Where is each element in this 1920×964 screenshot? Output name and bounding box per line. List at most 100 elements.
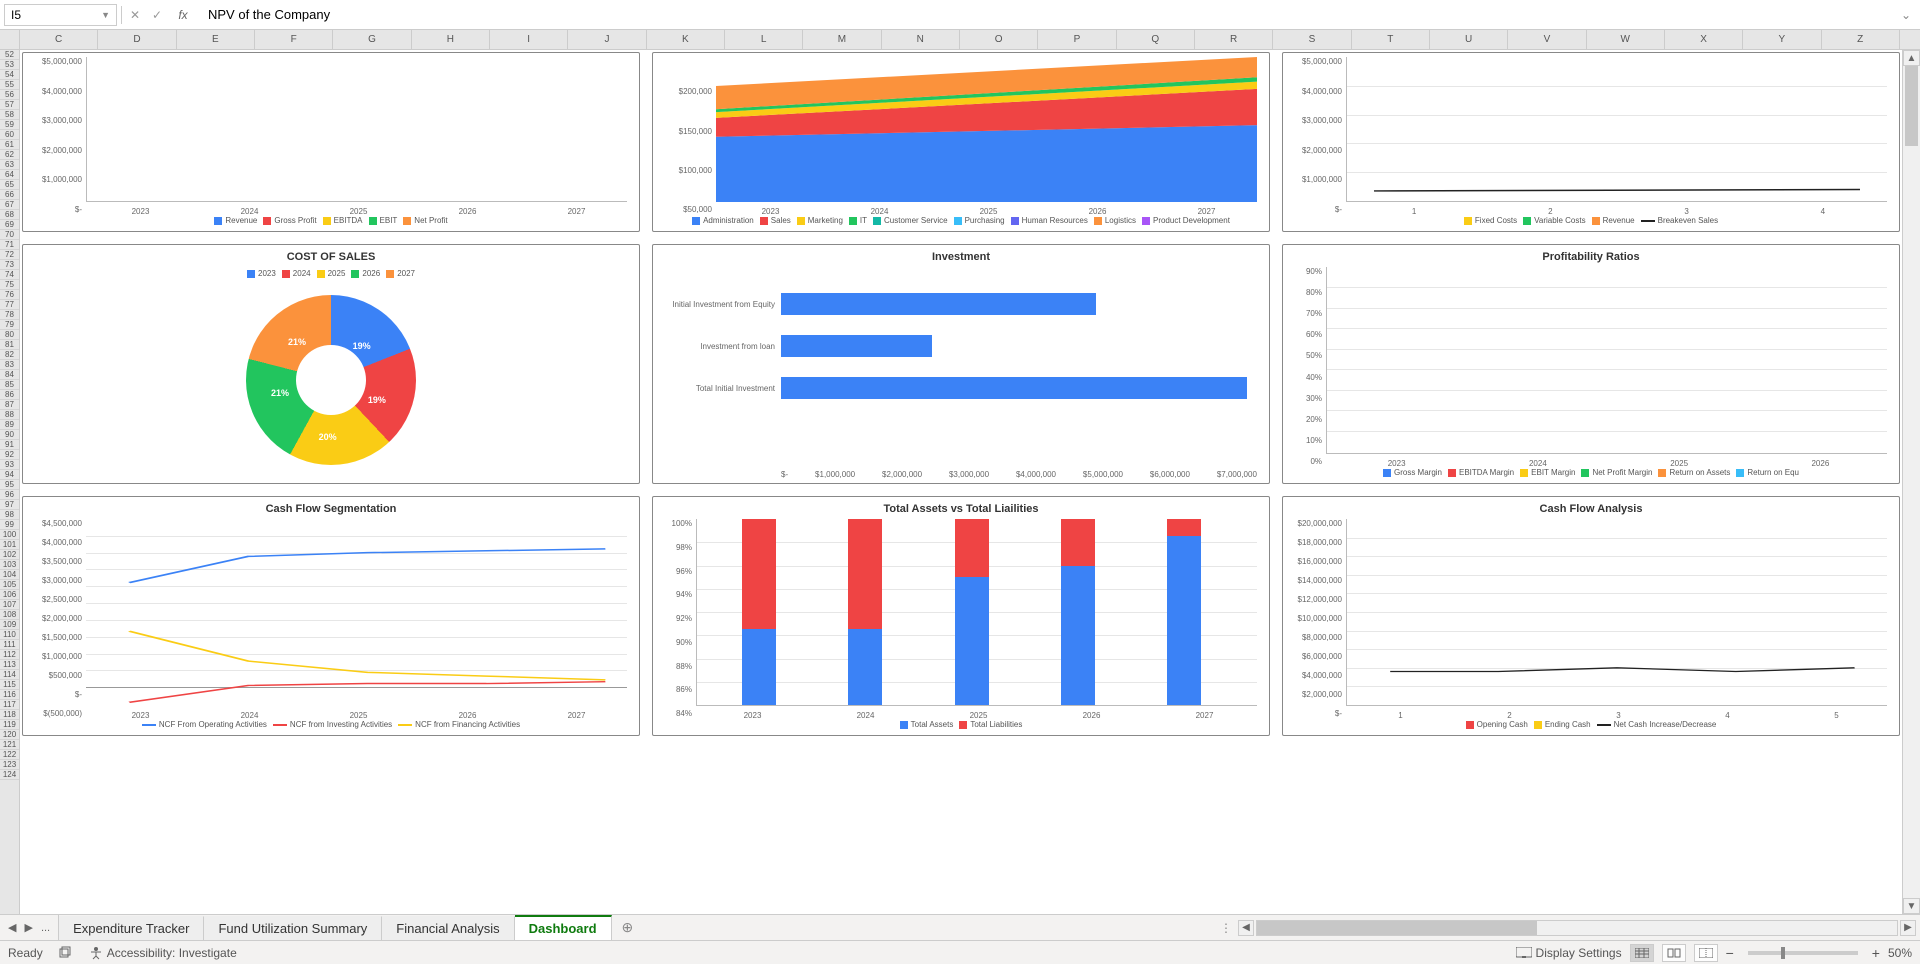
row-header[interactable]: 68 <box>0 210 19 220</box>
row-header[interactable]: 123 <box>0 760 19 770</box>
row-header[interactable]: 120 <box>0 730 19 740</box>
formula-expand-icon[interactable]: ⌄ <box>1896 8 1916 22</box>
chart-breakeven[interactable]: $5,000,000$4,000,000$3,000,000$2,000,000… <box>1282 52 1900 232</box>
chart-cashflow-analysis[interactable]: Cash Flow Analysis $20,000,000$18,000,00… <box>1282 496 1900 736</box>
row-header[interactable]: 58 <box>0 110 19 120</box>
scroll-right-icon[interactable]: ▶ <box>1900 920 1916 936</box>
row-header[interactable]: 106 <box>0 590 19 600</box>
view-page-break-button[interactable] <box>1694 944 1718 962</box>
row-header[interactable]: 105 <box>0 580 19 590</box>
horizontal-scrollbar[interactable]: ⋮ ◀ ▶ <box>1216 915 1916 940</box>
row-header[interactable]: 122 <box>0 750 19 760</box>
row-header[interactable]: 107 <box>0 600 19 610</box>
row-header[interactable]: 88 <box>0 410 19 420</box>
row-header[interactable]: 78 <box>0 310 19 320</box>
formula-input[interactable] <box>200 4 1892 26</box>
row-header[interactable]: 86 <box>0 390 19 400</box>
row-header[interactable]: 54 <box>0 70 19 80</box>
chart-expense-area[interactable]: $200,000$150,000$100,000$50,000 20 <box>652 52 1270 232</box>
column-header[interactable]: S <box>1273 30 1351 49</box>
vertical-scrollbar[interactable]: ▲ ▼ <box>1902 50 1920 914</box>
row-header[interactable]: 55 <box>0 80 19 90</box>
column-header[interactable]: J <box>568 30 646 49</box>
chart-revenue-grouped[interactable]: $5,000,000$4,000,000$3,000,000$2,000,000… <box>22 52 640 232</box>
column-header[interactable]: U <box>1430 30 1508 49</box>
row-header[interactable]: 71 <box>0 240 19 250</box>
chart-investment[interactable]: Investment Initial Investment from Equit… <box>652 244 1270 484</box>
column-header[interactable]: G <box>333 30 411 49</box>
tab-scroll-controls[interactable]: ◀ ▶ ... <box>0 915 59 940</box>
column-header[interactable]: V <box>1508 30 1586 49</box>
accessibility-status[interactable]: Accessibility: Investigate <box>89 946 237 960</box>
column-header[interactable]: T <box>1352 30 1430 49</box>
column-header[interactable]: F <box>255 30 333 49</box>
zoom-out-button[interactable]: − <box>1726 945 1734 961</box>
row-header[interactable]: 84 <box>0 370 19 380</box>
row-header[interactable]: 98 <box>0 510 19 520</box>
row-header[interactable]: 103 <box>0 560 19 570</box>
row-header[interactable]: 57 <box>0 100 19 110</box>
row-header[interactable]: 96 <box>0 490 19 500</box>
row-header[interactable]: 73 <box>0 260 19 270</box>
row-header[interactable]: 92 <box>0 450 19 460</box>
row-header[interactable]: 91 <box>0 440 19 450</box>
row-header[interactable]: 64 <box>0 170 19 180</box>
row-header[interactable]: 60 <box>0 130 19 140</box>
zoom-slider[interactable] <box>1748 951 1858 955</box>
row-header[interactable]: 82 <box>0 350 19 360</box>
tab-scroll-right-icon[interactable]: ▶ <box>22 921 34 934</box>
row-header[interactable]: 124 <box>0 770 19 780</box>
row-header[interactable]: 119 <box>0 720 19 730</box>
name-box[interactable]: I5 ▼ <box>4 4 117 26</box>
chart-assets-liabilities[interactable]: Total Assets vs Total Liailities 100%98%… <box>652 496 1270 736</box>
row-header[interactable]: 109 <box>0 620 19 630</box>
row-header[interactable]: 114 <box>0 670 19 680</box>
column-header[interactable]: P <box>1038 30 1116 49</box>
row-header[interactable]: 65 <box>0 180 19 190</box>
row-header[interactable]: 104 <box>0 570 19 580</box>
row-header[interactable]: 75 <box>0 280 19 290</box>
chevron-down-icon[interactable]: ▼ <box>101 10 110 20</box>
column-header[interactable]: Q <box>1117 30 1195 49</box>
row-header[interactable]: 93 <box>0 460 19 470</box>
row-header[interactable]: 115 <box>0 680 19 690</box>
row-header[interactable]: 63 <box>0 160 19 170</box>
row-header[interactable]: 95 <box>0 480 19 490</box>
row-header[interactable]: 56 <box>0 90 19 100</box>
row-header[interactable]: 90 <box>0 430 19 440</box>
row-header[interactable]: 110 <box>0 630 19 640</box>
sheet-tab[interactable]: Fund Utilization Summary <box>204 916 382 940</box>
row-header[interactable]: 70 <box>0 230 19 240</box>
column-header[interactable]: C <box>20 30 98 49</box>
row-header[interactable]: 121 <box>0 740 19 750</box>
row-header[interactable]: 69 <box>0 220 19 230</box>
column-header[interactable]: D <box>98 30 176 49</box>
zoom-in-button[interactable]: + <box>1872 945 1880 961</box>
column-header[interactable]: H <box>412 30 490 49</box>
row-header[interactable]: 108 <box>0 610 19 620</box>
scroll-up-icon[interactable]: ▲ <box>1903 50 1920 66</box>
column-header[interactable]: O <box>960 30 1038 49</box>
row-header[interactable]: 101 <box>0 540 19 550</box>
column-header[interactable]: W <box>1587 30 1665 49</box>
row-header[interactable]: 111 <box>0 640 19 650</box>
sheet-tab[interactable]: Financial Analysis <box>382 916 514 940</box>
column-header[interactable]: I <box>490 30 568 49</box>
sheet-tab[interactable]: Dashboard <box>515 915 612 940</box>
column-header[interactable]: R <box>1195 30 1273 49</box>
row-header[interactable]: 102 <box>0 550 19 560</box>
chart-profitability[interactable]: Profitability Ratios 90%80%70%60%50%40%3… <box>1282 244 1900 484</box>
zoom-level[interactable]: 50% <box>1888 946 1912 960</box>
row-header[interactable]: 72 <box>0 250 19 260</box>
scroll-down-icon[interactable]: ▼ <box>1903 898 1920 914</box>
row-header[interactable]: 85 <box>0 380 19 390</box>
dashboard-area[interactable]: $5,000,000$4,000,000$3,000,000$2,000,000… <box>20 50 1902 914</box>
row-header[interactable]: 117 <box>0 700 19 710</box>
column-header[interactable]: M <box>803 30 881 49</box>
row-header[interactable]: 113 <box>0 660 19 670</box>
column-header[interactable]: E <box>177 30 255 49</box>
scroll-left-icon[interactable]: ◀ <box>1238 920 1254 936</box>
row-header[interactable]: 74 <box>0 270 19 280</box>
row-header[interactable]: 99 <box>0 520 19 530</box>
view-normal-button[interactable] <box>1630 944 1654 962</box>
